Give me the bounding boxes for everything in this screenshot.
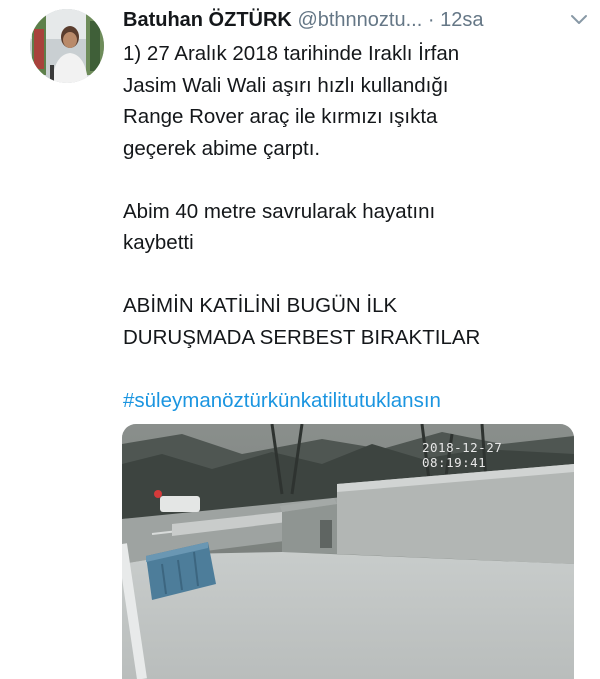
- tweet-line: kaybetti: [123, 231, 194, 254]
- avatar[interactable]: [30, 9, 104, 83]
- avatar-photo: [30, 9, 104, 83]
- tweet-line: DURUŞMADA SERBEST BIRAKTILAR: [123, 325, 481, 349]
- video-timestamp: 2018-12-27 08:19:41: [422, 440, 503, 470]
- author-name[interactable]: Batuhan ÖZTÜRK: [123, 9, 292, 31]
- tweet-line: Range Rover araç ile kırmızı ışıkta: [123, 105, 438, 128]
- tweet-line: ABİMİN KATİLİNİ BUGÜN İLK: [123, 294, 398, 317]
- separator: ·: [427, 9, 435, 31]
- author-handle[interactable]: @bthnnoztu...: [297, 9, 422, 31]
- chevron-down-icon[interactable]: [569, 6, 589, 34]
- tweet-time[interactable]: 12sa: [440, 9, 483, 31]
- tweet-line: geçerek abime çarptı.: [123, 136, 321, 160]
- media-image[interactable]: 2018-12-27 08:19:41: [122, 424, 574, 679]
- tweet-header: Batuhan ÖZTÜRK @bthnnoztu... · 12sa: [123, 6, 593, 36]
- tweet-line: Abim 40 metre savrularak hayatını: [123, 199, 436, 223]
- hashtag-link[interactable]: #süleymanöztürkünkatilitutuklansın: [123, 385, 583, 417]
- tweet-text: 1) 27 Aralık 2018 tarihinde Iraklı İrfan…: [123, 38, 583, 416]
- tweet-line: Jasim Wali Wali aşırı hızlı kullandığı: [123, 73, 449, 97]
- tweet-line: 1) 27 Aralık 2018 tarihinde Iraklı İrfan: [123, 42, 460, 65]
